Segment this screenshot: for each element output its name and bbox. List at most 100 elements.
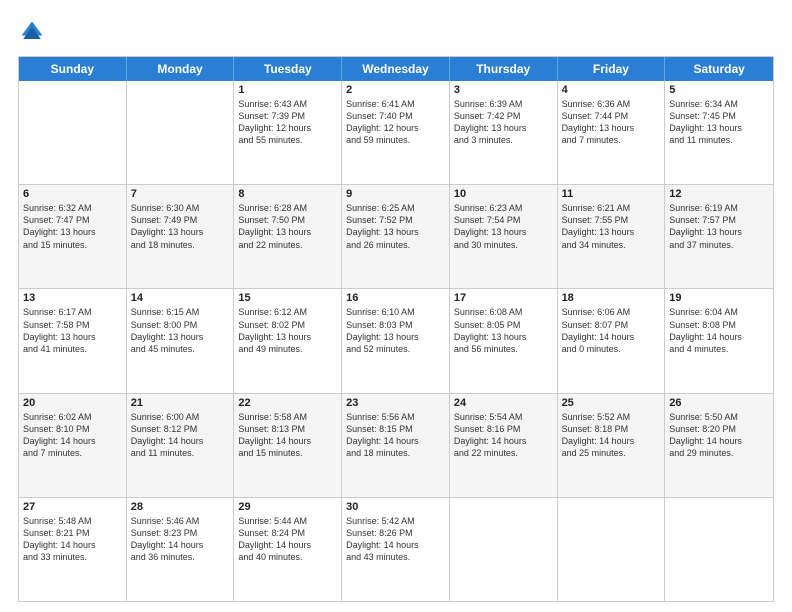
cell-line: Daylight: 13 hours bbox=[562, 122, 661, 134]
cell-line: Sunset: 8:15 PM bbox=[346, 423, 445, 435]
cal-cell-4-4 bbox=[450, 498, 558, 601]
cell-line: and 11 minutes. bbox=[669, 134, 769, 146]
cell-line: Sunset: 7:54 PM bbox=[454, 214, 553, 226]
cell-line: Sunrise: 6:36 AM bbox=[562, 98, 661, 110]
cell-line: Sunrise: 6:32 AM bbox=[23, 202, 122, 214]
cell-line: and 4 minutes. bbox=[669, 343, 769, 355]
cell-line: Daylight: 13 hours bbox=[454, 331, 553, 343]
cell-line: Sunset: 8:00 PM bbox=[131, 319, 230, 331]
day-number: 11 bbox=[562, 188, 661, 200]
cal-week-0: 1Sunrise: 6:43 AMSunset: 7:39 PMDaylight… bbox=[19, 81, 773, 185]
cell-line: Sunrise: 6:30 AM bbox=[131, 202, 230, 214]
day-number: 15 bbox=[238, 292, 337, 304]
cell-line: and 25 minutes. bbox=[562, 447, 661, 459]
cell-line: Sunrise: 5:56 AM bbox=[346, 411, 445, 423]
cell-line: and 43 minutes. bbox=[346, 551, 445, 563]
cell-line: Daylight: 13 hours bbox=[346, 331, 445, 343]
cell-line: Sunset: 7:50 PM bbox=[238, 214, 337, 226]
day-number: 21 bbox=[131, 397, 230, 409]
day-number: 25 bbox=[562, 397, 661, 409]
cell-line: Sunrise: 6:39 AM bbox=[454, 98, 553, 110]
cell-line: and 7 minutes. bbox=[23, 447, 122, 459]
cal-cell-4-6 bbox=[665, 498, 773, 601]
cell-line: Sunrise: 5:50 AM bbox=[669, 411, 769, 423]
cell-line: and 41 minutes. bbox=[23, 343, 122, 355]
cell-line: and 34 minutes. bbox=[562, 239, 661, 251]
cell-line: Sunrise: 5:42 AM bbox=[346, 515, 445, 527]
cal-cell-0-5: 4Sunrise: 6:36 AMSunset: 7:44 PMDaylight… bbox=[558, 81, 666, 184]
day-number: 16 bbox=[346, 292, 445, 304]
cell-line: Sunrise: 6:41 AM bbox=[346, 98, 445, 110]
cell-line: Sunset: 8:23 PM bbox=[131, 527, 230, 539]
cal-cell-2-0: 13Sunrise: 6:17 AMSunset: 7:58 PMDayligh… bbox=[19, 289, 127, 392]
cell-line: Sunset: 7:57 PM bbox=[669, 214, 769, 226]
cell-line: Sunset: 8:02 PM bbox=[238, 319, 337, 331]
cal-cell-1-6: 12Sunrise: 6:19 AMSunset: 7:57 PMDayligh… bbox=[665, 185, 773, 288]
cell-line: Daylight: 13 hours bbox=[346, 226, 445, 238]
cell-line: Daylight: 12 hours bbox=[346, 122, 445, 134]
cell-line: Daylight: 13 hours bbox=[669, 122, 769, 134]
cell-line: Sunrise: 5:48 AM bbox=[23, 515, 122, 527]
day-number: 18 bbox=[562, 292, 661, 304]
cal-cell-3-5: 25Sunrise: 5:52 AMSunset: 8:18 PMDayligh… bbox=[558, 394, 666, 497]
cal-cell-3-1: 21Sunrise: 6:00 AMSunset: 8:12 PMDayligh… bbox=[127, 394, 235, 497]
cell-line: Sunrise: 6:04 AM bbox=[669, 306, 769, 318]
cal-cell-2-4: 17Sunrise: 6:08 AMSunset: 8:05 PMDayligh… bbox=[450, 289, 558, 392]
cell-line: Daylight: 14 hours bbox=[562, 435, 661, 447]
cell-line: Sunset: 8:18 PM bbox=[562, 423, 661, 435]
cell-line: Sunset: 8:03 PM bbox=[346, 319, 445, 331]
cal-cell-2-1: 14Sunrise: 6:15 AMSunset: 8:00 PMDayligh… bbox=[127, 289, 235, 392]
day-number: 6 bbox=[23, 188, 122, 200]
cell-line: and 45 minutes. bbox=[131, 343, 230, 355]
cell-line: Sunset: 8:12 PM bbox=[131, 423, 230, 435]
cal-week-1: 6Sunrise: 6:32 AMSunset: 7:47 PMDaylight… bbox=[19, 185, 773, 289]
day-number: 19 bbox=[669, 292, 769, 304]
cell-line: Sunset: 8:13 PM bbox=[238, 423, 337, 435]
cell-line: Daylight: 13 hours bbox=[238, 226, 337, 238]
cal-week-3: 20Sunrise: 6:02 AMSunset: 8:10 PMDayligh… bbox=[19, 394, 773, 498]
cell-line: Daylight: 13 hours bbox=[131, 226, 230, 238]
cell-line: Sunset: 7:42 PM bbox=[454, 110, 553, 122]
cell-line: Daylight: 14 hours bbox=[669, 331, 769, 343]
cal-cell-2-6: 19Sunrise: 6:04 AMSunset: 8:08 PMDayligh… bbox=[665, 289, 773, 392]
cell-line: and 11 minutes. bbox=[131, 447, 230, 459]
cell-line: Daylight: 14 hours bbox=[346, 435, 445, 447]
cell-line: Daylight: 14 hours bbox=[669, 435, 769, 447]
cell-line: and 22 minutes. bbox=[454, 447, 553, 459]
day-number: 22 bbox=[238, 397, 337, 409]
cal-cell-2-3: 16Sunrise: 6:10 AMSunset: 8:03 PMDayligh… bbox=[342, 289, 450, 392]
cal-cell-2-2: 15Sunrise: 6:12 AMSunset: 8:02 PMDayligh… bbox=[234, 289, 342, 392]
cell-line: and 15 minutes. bbox=[238, 447, 337, 459]
cell-line: Sunrise: 6:12 AM bbox=[238, 306, 337, 318]
cell-line: and 26 minutes. bbox=[346, 239, 445, 251]
day-number: 20 bbox=[23, 397, 122, 409]
calendar-header-row: SundayMondayTuesdayWednesdayThursdayFrid… bbox=[19, 57, 773, 81]
cal-cell-1-3: 9Sunrise: 6:25 AMSunset: 7:52 PMDaylight… bbox=[342, 185, 450, 288]
cell-line: Sunrise: 6:21 AM bbox=[562, 202, 661, 214]
day-number: 27 bbox=[23, 501, 122, 513]
cell-line: Sunrise: 5:44 AM bbox=[238, 515, 337, 527]
cell-line: Sunrise: 6:25 AM bbox=[346, 202, 445, 214]
cell-line: Sunset: 7:44 PM bbox=[562, 110, 661, 122]
cell-line: and 37 minutes. bbox=[669, 239, 769, 251]
cell-line: Sunset: 8:05 PM bbox=[454, 319, 553, 331]
cal-cell-0-3: 2Sunrise: 6:41 AMSunset: 7:40 PMDaylight… bbox=[342, 81, 450, 184]
cell-line: and 56 minutes. bbox=[454, 343, 553, 355]
cell-line: and 52 minutes. bbox=[346, 343, 445, 355]
day-number: 24 bbox=[454, 397, 553, 409]
calendar: SundayMondayTuesdayWednesdayThursdayFrid… bbox=[18, 56, 774, 602]
day-number: 7 bbox=[131, 188, 230, 200]
cal-header-thursday: Thursday bbox=[450, 57, 558, 81]
cell-line: Daylight: 14 hours bbox=[238, 435, 337, 447]
cell-line: and 0 minutes. bbox=[562, 343, 661, 355]
cal-header-saturday: Saturday bbox=[665, 57, 773, 81]
cal-week-4: 27Sunrise: 5:48 AMSunset: 8:21 PMDayligh… bbox=[19, 498, 773, 601]
cal-cell-3-6: 26Sunrise: 5:50 AMSunset: 8:20 PMDayligh… bbox=[665, 394, 773, 497]
cell-line: and 29 minutes. bbox=[669, 447, 769, 459]
cal-header-friday: Friday bbox=[558, 57, 666, 81]
cal-cell-4-1: 28Sunrise: 5:46 AMSunset: 8:23 PMDayligh… bbox=[127, 498, 235, 601]
day-number: 30 bbox=[346, 501, 445, 513]
cell-line: and 33 minutes. bbox=[23, 551, 122, 563]
cell-line: Daylight: 14 hours bbox=[562, 331, 661, 343]
cal-cell-4-2: 29Sunrise: 5:44 AMSunset: 8:24 PMDayligh… bbox=[234, 498, 342, 601]
